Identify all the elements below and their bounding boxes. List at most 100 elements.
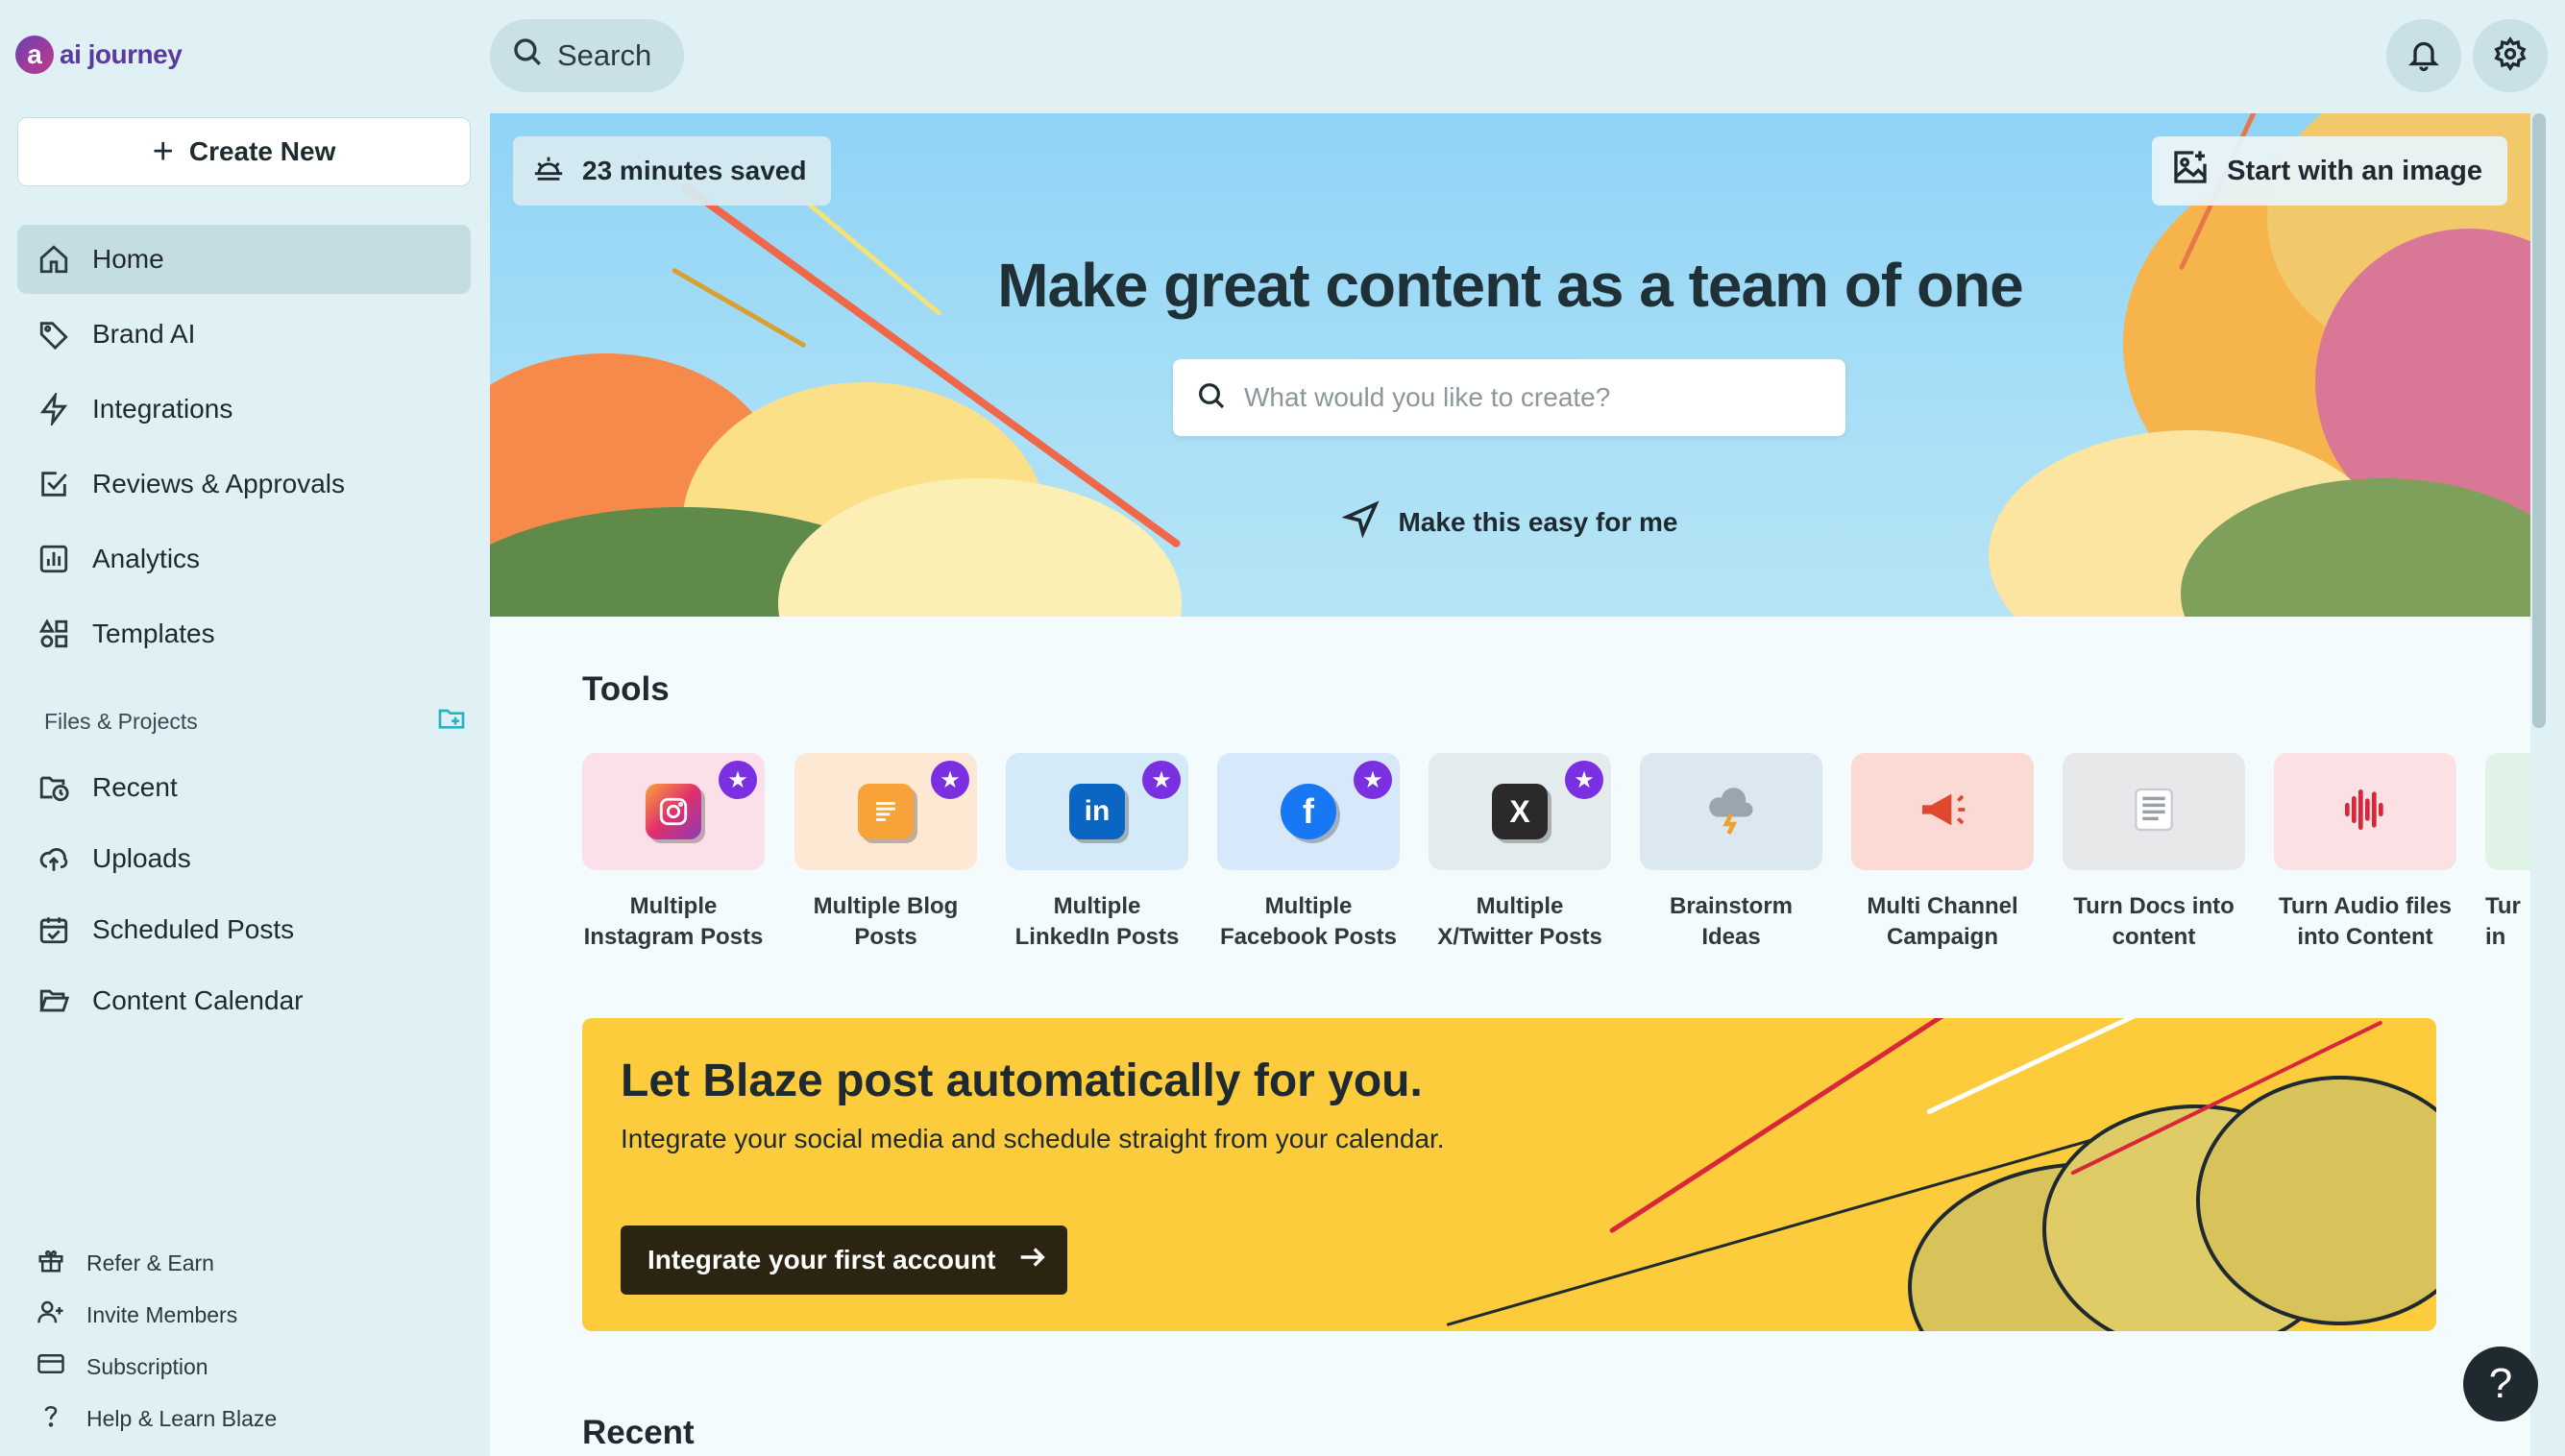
- sidebar-footer: Refer & Earn Invite Members Subscription…: [37, 1237, 459, 1444]
- plus-icon: +: [152, 132, 174, 172]
- help-question-icon: ?: [2488, 1360, 2513, 1407]
- user-plus-icon: [37, 1298, 65, 1332]
- storm-cloud-icon: [1702, 781, 1760, 843]
- tool-tile: in ★: [1006, 753, 1188, 870]
- start-with-image-button[interactable]: Start with an image: [2152, 136, 2507, 206]
- hero-banner: 23 minutes saved Start with an image Mak…: [490, 113, 2530, 617]
- audio-wave-icon: [2338, 783, 2392, 841]
- tool-multiple-linkedin-posts[interactable]: in ★ Multiple LinkedIn Posts: [1006, 753, 1188, 953]
- invite-members-link[interactable]: Invite Members: [37, 1289, 459, 1341]
- banner-subtitle: Integrate your social media and schedule…: [621, 1124, 1445, 1153]
- tool-tile: ★: [582, 753, 765, 870]
- arrow-right-icon: [1015, 1241, 1048, 1280]
- create-search-input[interactable]: [1244, 382, 1820, 413]
- main-content: 23 minutes saved Start with an image Mak…: [490, 113, 2530, 1456]
- nav-item-templates[interactable]: Templates: [17, 599, 471, 668]
- tool-turn-docs-into-content[interactable]: Turn Docs into content: [2063, 753, 2245, 953]
- cloud-upload-icon: [37, 841, 71, 876]
- recent-heading: Recent: [582, 1414, 695, 1451]
- new-folder-icon[interactable]: [436, 703, 467, 740]
- footer-label: Help & Learn Blaze: [86, 1405, 278, 1431]
- sunrise-icon: [532, 152, 565, 191]
- notifications-button[interactable]: [2386, 19, 2461, 92]
- tool-multiple-blog-posts[interactable]: ★ Multiple Blog Posts: [794, 753, 977, 953]
- nav-item-scheduled-posts[interactable]: Scheduled Posts: [17, 897, 471, 962]
- tool-label: Tur in: [2485, 893, 2521, 950]
- shapes-icon: [37, 617, 71, 651]
- tag-icon: [37, 317, 71, 352]
- tool-label: Turn Docs into content: [2073, 893, 2235, 950]
- document-icon: [2127, 783, 2181, 841]
- time-saved-text: 23 minutes saved: [582, 156, 807, 185]
- nav-item-recent[interactable]: Recent: [17, 755, 471, 820]
- x-logo-icon: X: [1492, 784, 1548, 839]
- tool-multiple-facebook-posts[interactable]: f ★ Multiple Facebook Posts: [1217, 753, 1400, 953]
- help-button[interactable]: ?: [2463, 1347, 2538, 1421]
- logo-text: ai journey: [60, 39, 183, 69]
- instagram-icon: [646, 784, 701, 839]
- tool-tile: [2063, 753, 2245, 870]
- nav-label: Reviews & Approvals: [92, 469, 346, 498]
- nav-item-home[interactable]: Home: [17, 225, 471, 294]
- logo-mark-icon: a: [15, 36, 54, 74]
- tool-tile: ★: [794, 753, 977, 870]
- gift-icon: [37, 1246, 65, 1280]
- image-plus-icon: [2171, 148, 2210, 194]
- star-badge-icon: ★: [1565, 761, 1603, 799]
- bar-chart-icon: [37, 542, 71, 576]
- main-scrollbar[interactable]: [2532, 113, 2546, 728]
- nav-label: Brand AI: [92, 319, 196, 349]
- nav-item-content-calendar[interactable]: Content Calendar: [17, 968, 471, 1033]
- footer-label: Subscription: [86, 1353, 208, 1379]
- nav-item-integrations[interactable]: Integrations: [17, 375, 471, 444]
- nav-label: Home: [92, 244, 164, 274]
- nav-item-uploads[interactable]: Uploads: [17, 826, 471, 891]
- footer-label: Invite Members: [86, 1301, 238, 1327]
- create-search-box[interactable]: [1173, 359, 1845, 436]
- auto-post-banner: Let Blaze post automatically for you. In…: [582, 1018, 2436, 1331]
- tool-tile: [2274, 753, 2456, 870]
- nav-label: Integrations: [92, 394, 233, 424]
- tool-multiple-x-twitter-posts[interactable]: X ★ Multiple X/Twitter Posts: [1429, 753, 1611, 953]
- global-search-button[interactable]: Search: [490, 19, 684, 92]
- nav-item-brand-ai[interactable]: Brand AI: [17, 300, 471, 369]
- checkbox-icon: [37, 467, 71, 501]
- nav-label: Uploads: [92, 843, 191, 873]
- tool-label: Multiple Instagram Posts: [583, 893, 764, 950]
- home-icon: [37, 242, 71, 277]
- files-projects-heading: Files & Projects: [44, 703, 467, 740]
- banner-title: Let Blaze post automatically for you.: [621, 1056, 1423, 1106]
- tool-label: Multiple X/Twitter Posts: [1437, 893, 1602, 950]
- send-arrow-icon: [1341, 499, 1380, 545]
- search-icon: [1196, 380, 1227, 416]
- tool-tile: [1851, 753, 2034, 870]
- refer-earn-link[interactable]: Refer & Earn: [37, 1237, 459, 1289]
- star-badge-icon: ★: [1354, 761, 1392, 799]
- tool-multiple-instagram-posts[interactable]: ★ Multiple Instagram Posts: [582, 753, 765, 953]
- bell-icon: [2406, 36, 2441, 76]
- tool-tile: f ★: [1217, 753, 1400, 870]
- main-nav: Home Brand AI Integrations Reviews & App…: [17, 225, 471, 674]
- tool-turn-audio-into-content[interactable]: Turn Audio files into Content: [2274, 753, 2456, 953]
- brand-logo[interactable]: a ai journey: [15, 35, 183, 75]
- create-new-button[interactable]: + Create New: [17, 117, 471, 186]
- nav-item-reviews[interactable]: Reviews & Approvals: [17, 449, 471, 519]
- make-easy-link[interactable]: Make this easy for me: [490, 499, 2530, 545]
- tool-label: Multi Channel Campaign: [1867, 893, 2018, 950]
- footer-label: Refer & Earn: [86, 1250, 214, 1275]
- integrate-account-button[interactable]: Integrate your first account: [621, 1225, 1067, 1295]
- tool-label: Multiple LinkedIn Posts: [1014, 893, 1180, 950]
- settings-button[interactable]: [2473, 19, 2548, 92]
- files-heading-label: Files & Projects: [44, 708, 198, 734]
- nav-item-analytics[interactable]: Analytics: [17, 524, 471, 594]
- subscription-link[interactable]: Subscription: [37, 1341, 459, 1393]
- help-learn-link[interactable]: Help & Learn Blaze: [37, 1393, 459, 1444]
- tool-multi-channel-campaign[interactable]: Multi Channel Campaign: [1851, 753, 2034, 953]
- star-badge-icon: ★: [1142, 761, 1181, 799]
- tool-label: Turn Audio files into Content: [2279, 893, 2452, 950]
- tool-brainstorm-ideas[interactable]: Brainstorm Ideas: [1640, 753, 1822, 953]
- time-saved-badge: 23 minutes saved: [513, 136, 832, 206]
- nav-label: Scheduled Posts: [92, 914, 295, 944]
- bolt-icon: [37, 392, 71, 426]
- tool-partial-next[interactable]: Tur in: [2485, 753, 2530, 953]
